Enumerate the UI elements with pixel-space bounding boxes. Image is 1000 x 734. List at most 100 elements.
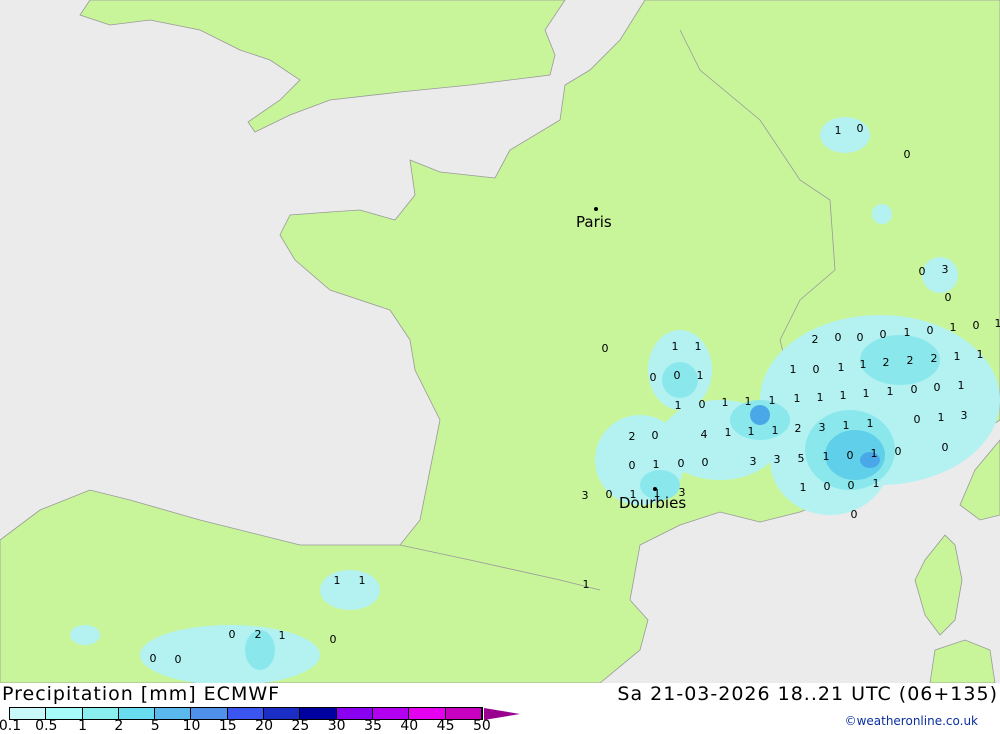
precip-value: 0 xyxy=(330,633,337,646)
city-label: Paris xyxy=(576,213,612,231)
precip-value: 1 xyxy=(817,391,824,404)
precip-value: 0 xyxy=(851,508,858,521)
legend-tick: 30 xyxy=(328,718,346,734)
precip-value: 2 xyxy=(883,356,890,369)
precip-area xyxy=(860,335,940,385)
precip-value: 0 xyxy=(857,122,864,135)
legend-tick: 1 xyxy=(78,718,87,734)
precip-value: 2 xyxy=(907,354,914,367)
valid-datetime: Sa 21-03-2026 18..21 UTC (06+135) xyxy=(617,683,998,705)
precip-value: 1 xyxy=(873,477,880,490)
precip-value: 3 xyxy=(774,453,781,466)
precip-value: 1 xyxy=(769,394,776,407)
precip-value: 1 xyxy=(958,379,965,392)
footer: Precipitation [mm] ECMWF Sa 21-03-2026 1… xyxy=(0,683,1000,733)
precip-area xyxy=(872,204,892,224)
precip-area xyxy=(922,257,958,293)
precip-value: 0 xyxy=(927,324,934,337)
precip-value: 0 xyxy=(904,148,911,161)
precip-value: 1 xyxy=(887,385,894,398)
precip-value: 1 xyxy=(800,481,807,494)
precip-value: 0 xyxy=(678,457,685,470)
city-dot xyxy=(653,487,657,491)
precip-value: 0 xyxy=(945,291,952,304)
precip-value: 1 xyxy=(279,629,286,642)
precip-value: 1 xyxy=(745,395,752,408)
precip-value: 1 xyxy=(672,340,679,353)
precip-value: 1 xyxy=(334,574,341,587)
precip-value: 0 xyxy=(175,653,182,666)
precip-value: 0 xyxy=(911,383,918,396)
copyright: ©weatheronline.co.uk xyxy=(845,714,978,728)
precip-value: 0 xyxy=(895,445,902,458)
precip-value: 0 xyxy=(880,328,887,341)
precip-value: 2 xyxy=(795,422,802,435)
precip-value: 2 xyxy=(629,430,636,443)
precip-value: 1 xyxy=(695,340,702,353)
precip-value: 0 xyxy=(857,331,864,344)
precip-value: 1 xyxy=(871,447,878,460)
precip-value: 0 xyxy=(652,429,659,442)
precip-value: 3 xyxy=(582,489,589,502)
precip-value: 0 xyxy=(848,479,855,492)
legend-tick: 5 xyxy=(151,718,160,734)
precip-value: 1 xyxy=(840,389,847,402)
legend-tick: 50 xyxy=(473,718,491,734)
precip-value: 0 xyxy=(934,381,941,394)
precip-value: 3 xyxy=(750,455,757,468)
legend-tick: 15 xyxy=(219,718,237,734)
precip-value: 1 xyxy=(697,369,704,382)
precip-value: 1 xyxy=(867,417,874,430)
precip-value: 1 xyxy=(790,363,797,376)
legend-tick: 10 xyxy=(183,718,201,734)
legend-tick: 20 xyxy=(255,718,273,734)
precip-value: 0 xyxy=(813,363,820,376)
precip-value: 2 xyxy=(255,628,262,641)
precip-value: 0 xyxy=(702,456,709,469)
precip-value: 3 xyxy=(942,263,949,276)
map-title: Precipitation [mm] ECMWF xyxy=(2,683,280,705)
precip-value: 1 xyxy=(995,317,1000,330)
precip-value: 0 xyxy=(919,265,926,278)
precip-area xyxy=(320,570,380,610)
legend-tick: 45 xyxy=(437,718,455,734)
city-dot xyxy=(594,207,598,211)
precip-value: 1 xyxy=(823,450,830,463)
precip-value: 1 xyxy=(794,392,801,405)
precip-value: 0 xyxy=(699,398,706,411)
precip-value: 0 xyxy=(914,413,921,426)
precip-value: 1 xyxy=(950,321,957,334)
precipitation-map: 1 0 0 0 3 0 2 0 0 0 1 0 1 0 1 1 0 1 1 2 2 2 1 1 0 1 1 0 0 1 1 1 1 1 0 0 1 1 0 1… xyxy=(0,0,1000,683)
legend-tick: 35 xyxy=(364,718,382,734)
precip-value: 0 xyxy=(674,369,681,382)
legend-tick: 0.5 xyxy=(35,718,57,734)
precip-value: 0 xyxy=(602,342,609,355)
precip-value: 1 xyxy=(748,425,755,438)
precip-value: 0 xyxy=(942,441,949,454)
precip-value: 1 xyxy=(583,578,590,591)
legend-tick: 40 xyxy=(400,718,418,734)
precip-value: 1 xyxy=(359,574,366,587)
precip-value: 1 xyxy=(860,358,867,371)
precip-value: 1 xyxy=(954,350,961,363)
precip-value: 1 xyxy=(977,348,984,361)
precip-value: 1 xyxy=(675,399,682,412)
precip-value: 3 xyxy=(961,409,968,422)
precip-value: 1 xyxy=(938,411,945,424)
precip-area xyxy=(750,405,770,425)
legend-tick: 25 xyxy=(291,718,309,734)
legend-tick: 2 xyxy=(114,718,123,734)
precip-value: 3 xyxy=(819,421,826,434)
precip-value: 0 xyxy=(629,459,636,472)
precip-value: 5 xyxy=(798,452,805,465)
precip-value: 1 xyxy=(838,361,845,374)
city-label: Dourbies xyxy=(619,494,686,512)
precip-value: 0 xyxy=(824,480,831,493)
precip-value: 2 xyxy=(931,352,938,365)
precip-value: 1 xyxy=(863,387,870,400)
precip-value: 0 xyxy=(835,331,842,344)
precip-value: 1 xyxy=(772,424,779,437)
precip-value: 2 xyxy=(812,333,819,346)
precip-area xyxy=(70,625,100,645)
precip-value: 0 xyxy=(606,488,613,501)
